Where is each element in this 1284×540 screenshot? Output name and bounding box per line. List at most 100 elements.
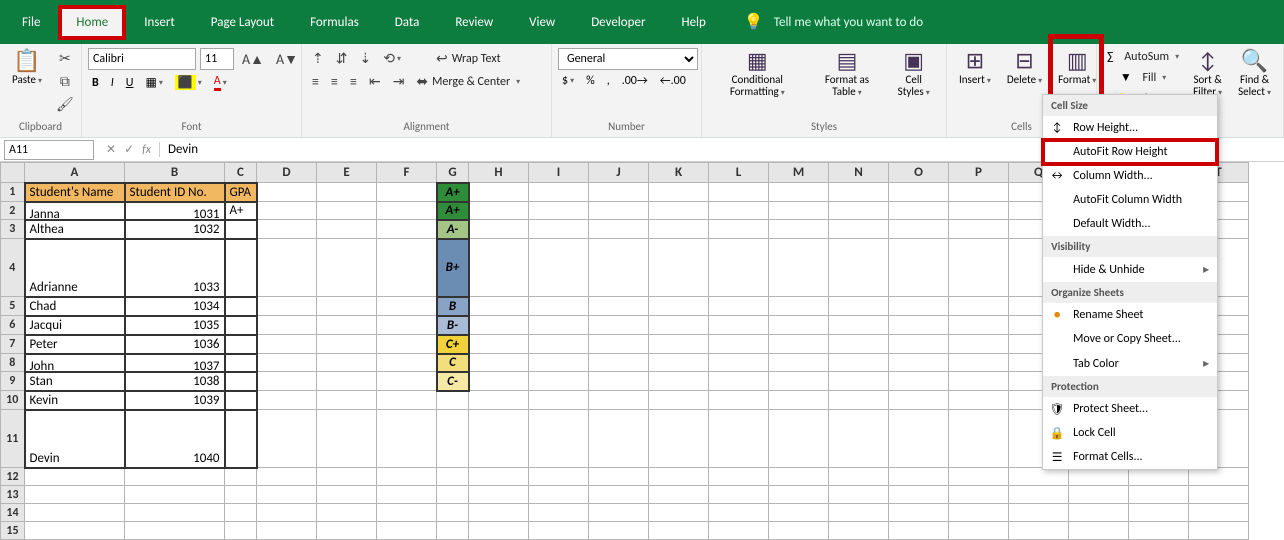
cell-H3[interactable] bbox=[469, 220, 529, 239]
row-header-2[interactable]: 2 bbox=[1, 202, 25, 220]
cell-E6[interactable] bbox=[317, 316, 377, 335]
cell-F9[interactable] bbox=[377, 372, 437, 391]
cell-C13[interactable] bbox=[225, 486, 257, 504]
comma-button[interactable]: , bbox=[603, 72, 614, 90]
border-button[interactable]: ▦ bbox=[141, 73, 166, 92]
cell-T13[interactable] bbox=[1189, 486, 1249, 504]
percent-button[interactable]: % bbox=[582, 72, 599, 90]
increase-decimal-button[interactable]: .00→ bbox=[618, 72, 652, 90]
cell-I7[interactable] bbox=[529, 335, 589, 354]
cell-H14[interactable] bbox=[469, 504, 529, 522]
cell-L11[interactable] bbox=[709, 410, 769, 468]
cell-D12[interactable] bbox=[257, 468, 317, 486]
cell-B1[interactable]: Student ID No. bbox=[125, 183, 225, 202]
cell-G13[interactable] bbox=[437, 486, 469, 504]
cell-N9[interactable] bbox=[829, 372, 889, 391]
tab-home[interactable]: Home bbox=[58, 5, 126, 40]
fx-button[interactable]: fx bbox=[142, 143, 151, 157]
column-header-D[interactable]: D bbox=[257, 163, 317, 183]
merge-center-button[interactable]: ⬌ Merge & Center bbox=[412, 71, 524, 92]
cell-P9[interactable] bbox=[949, 372, 1009, 391]
cell-R15[interactable] bbox=[1069, 522, 1129, 540]
format-painter-button[interactable]: 🖌 bbox=[52, 94, 78, 115]
cell-A1[interactable]: Student's Name bbox=[25, 183, 125, 202]
column-header-J[interactable]: J bbox=[589, 163, 649, 183]
cell-C3[interactable] bbox=[225, 220, 257, 239]
cell-D15[interactable] bbox=[257, 522, 317, 540]
menu-tab-color[interactable]: Tab Color bbox=[1043, 351, 1217, 376]
cell-N8[interactable] bbox=[829, 354, 889, 372]
column-header-F[interactable]: F bbox=[377, 163, 437, 183]
cell-A9[interactable]: Stan bbox=[25, 372, 125, 391]
cell-M6[interactable] bbox=[769, 316, 829, 335]
cell-T12[interactable] bbox=[1189, 468, 1249, 486]
cell-C5[interactable] bbox=[225, 297, 257, 316]
fill-color-button[interactable]: ⬛ bbox=[171, 73, 206, 92]
tab-page-layout[interactable]: Page Layout bbox=[193, 5, 292, 40]
cell-P3[interactable] bbox=[949, 220, 1009, 239]
cell-A6[interactable]: Jacqui bbox=[25, 316, 125, 335]
column-header-E[interactable]: E bbox=[317, 163, 377, 183]
menu-rename-sheet[interactable]: ●Rename Sheet bbox=[1043, 303, 1217, 327]
cell-C2[interactable]: A+ bbox=[225, 202, 257, 220]
cell-J4[interactable] bbox=[589, 239, 649, 297]
cell-M2[interactable] bbox=[769, 202, 829, 220]
menu-column-width[interactable]: ↔Column Width... bbox=[1043, 164, 1217, 188]
cell-K13[interactable] bbox=[649, 486, 709, 504]
cell-E7[interactable] bbox=[317, 335, 377, 354]
cell-A2[interactable]: Janna bbox=[25, 202, 125, 220]
row-header-12[interactable]: 12 bbox=[1, 468, 25, 486]
menu-format-cells[interactable]: ☰Format Cells... bbox=[1043, 445, 1217, 469]
autosum-button[interactable]: ∑ AutoSum bbox=[1103, 48, 1183, 66]
cell-Q15[interactable] bbox=[1009, 522, 1069, 540]
cell-B14[interactable] bbox=[125, 504, 225, 522]
cell-O3[interactable] bbox=[889, 220, 949, 239]
cell-L12[interactable] bbox=[709, 468, 769, 486]
cell-H9[interactable] bbox=[469, 372, 529, 391]
row-header-15[interactable]: 15 bbox=[1, 522, 25, 540]
cell-C4[interactable] bbox=[225, 239, 257, 297]
cell-G8[interactable]: C bbox=[437, 354, 469, 372]
cell-M15[interactable] bbox=[769, 522, 829, 540]
cell-L10[interactable] bbox=[709, 391, 769, 410]
cell-I14[interactable] bbox=[529, 504, 589, 522]
cell-B2[interactable]: 1031 bbox=[125, 202, 225, 220]
cell-S14[interactable] bbox=[1129, 504, 1189, 522]
cell-D6[interactable] bbox=[257, 316, 317, 335]
cell-B15[interactable] bbox=[125, 522, 225, 540]
cell-H12[interactable] bbox=[469, 468, 529, 486]
bold-button[interactable]: B bbox=[88, 74, 103, 92]
conditional-formatting-button[interactable]: ▦ Conditional Formatting bbox=[708, 48, 807, 100]
cell-N12[interactable] bbox=[829, 468, 889, 486]
currency-button[interactable]: $ bbox=[558, 72, 578, 90]
cell-N1[interactable] bbox=[829, 183, 889, 202]
cell-H13[interactable] bbox=[469, 486, 529, 504]
cell-O7[interactable] bbox=[889, 335, 949, 354]
cell-A4[interactable]: Adrianne bbox=[25, 239, 125, 297]
cell-D8[interactable] bbox=[257, 354, 317, 372]
menu-hide-unhide[interactable]: Hide & Unhide bbox=[1043, 257, 1217, 282]
tab-review[interactable]: Review bbox=[437, 5, 511, 40]
row-header-8[interactable]: 8 bbox=[1, 354, 25, 372]
cell-O8[interactable] bbox=[889, 354, 949, 372]
cell-M14[interactable] bbox=[769, 504, 829, 522]
cell-K4[interactable] bbox=[649, 239, 709, 297]
cell-E8[interactable] bbox=[317, 354, 377, 372]
cell-P2[interactable] bbox=[949, 202, 1009, 220]
cell-J5[interactable] bbox=[589, 297, 649, 316]
cell-G6[interactable]: B- bbox=[437, 316, 469, 335]
column-header-K[interactable]: K bbox=[649, 163, 709, 183]
cell-B3[interactable]: 1032 bbox=[125, 220, 225, 239]
font-color-button[interactable]: A bbox=[210, 72, 231, 93]
menu-move-copy-sheet[interactable]: Move or Copy Sheet... bbox=[1043, 327, 1217, 351]
cell-E15[interactable] bbox=[317, 522, 377, 540]
cut-button[interactable]: ✂ bbox=[52, 48, 78, 69]
cell-K1[interactable] bbox=[649, 183, 709, 202]
column-header-A[interactable]: A bbox=[25, 163, 125, 183]
cell-G2[interactable]: A+ bbox=[437, 202, 469, 220]
cell-T15[interactable] bbox=[1189, 522, 1249, 540]
cell-F8[interactable] bbox=[377, 354, 437, 372]
cell-A10[interactable]: Kevin bbox=[25, 391, 125, 410]
cell-J3[interactable] bbox=[589, 220, 649, 239]
tab-developer[interactable]: Developer bbox=[573, 5, 663, 40]
